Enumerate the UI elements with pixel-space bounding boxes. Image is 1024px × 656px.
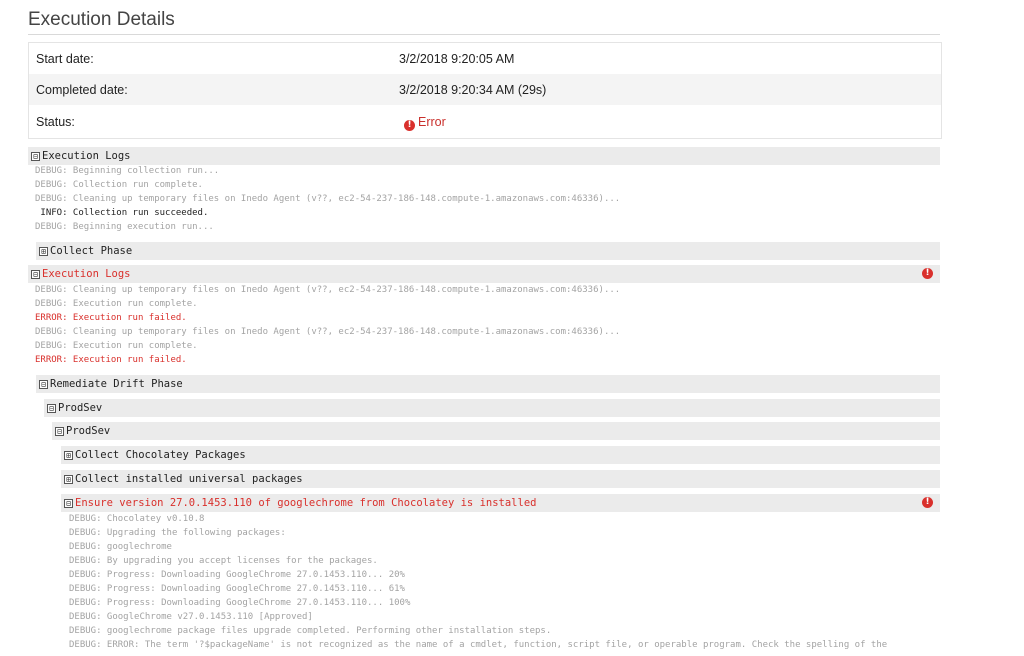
log-line: DEBUG: Beginning execution run... <box>35 222 214 232</box>
collapse-icon[interactable]: ⊟ <box>31 152 40 161</box>
start-date-label: Start date: <box>36 52 94 66</box>
section-title: Execution Logs <box>42 268 131 280</box>
expand-icon[interactable]: ⊞ <box>64 475 73 484</box>
expand-icon[interactable]: ⊞ <box>39 247 48 256</box>
log-line: DEBUG: googlechrome <box>69 542 172 552</box>
log-line: DEBUG: Execution run complete. <box>35 341 198 351</box>
status-value: ! Error <box>404 115 446 131</box>
completed-date-label: Completed date: <box>36 83 128 97</box>
completed-date-value: 3/2/2018 9:20:34 AM (29s) <box>399 83 547 97</box>
collapse-icon[interactable]: ⊟ <box>64 499 73 508</box>
collect-chocolatey-header[interactable]: ⊞ Collect Chocolatey Packages <box>61 446 940 464</box>
status-row: Status: ! Error <box>29 105 941 138</box>
error-icon: ! <box>404 120 415 131</box>
page-title: Execution Details <box>28 9 175 30</box>
log-line: DEBUG: googlechrome package files upgrad… <box>69 626 552 636</box>
log-line-error: ERROR: Execution run failed. <box>35 355 187 365</box>
log-line: DEBUG: Progress: Downloading GoogleChrom… <box>69 584 405 594</box>
log-line: DEBUG: Cleaning up temporary files on In… <box>35 285 621 295</box>
log-line: DEBUG: Progress: Downloading GoogleChrom… <box>69 570 405 580</box>
start-date-row: Start date: 3/2/2018 9:20:05 AM <box>29 43 941 74</box>
collapse-icon[interactable]: ⊟ <box>55 427 64 436</box>
section-title: Collect installed universal packages <box>75 473 303 485</box>
collect-phase-header[interactable]: ⊞ Collect Phase <box>36 242 940 260</box>
collapse-icon[interactable]: ⊟ <box>47 404 56 413</box>
log-line: DEBUG: By upgrading you accept licenses … <box>69 556 378 566</box>
log-line: DEBUG: ERROR: The term '?$packageName' i… <box>69 640 888 650</box>
log-line-info: INFO: Collection run succeeded. <box>35 208 209 218</box>
log-line: DEBUG: Execution run complete. <box>35 299 198 309</box>
log-line: DEBUG: GoogleChrome v27.0.1453.110 [Appr… <box>69 612 313 622</box>
completed-date-row: Completed date: 3/2/2018 9:20:34 AM (29s… <box>29 74 941 105</box>
status-label: Status: <box>36 115 75 129</box>
execution-details-table: Start date: 3/2/2018 9:20:05 AM Complete… <box>28 42 942 139</box>
prodsev-subheader[interactable]: ⊟ ProdSev <box>52 422 940 440</box>
execution-logs-error-header[interactable]: ⊟ Execution Logs ! <box>28 265 940 283</box>
section-title: Remediate Drift Phase <box>50 378 183 390</box>
error-icon: ! <box>922 268 933 279</box>
expand-icon[interactable]: ⊞ <box>64 451 73 460</box>
status-text: Error <box>418 115 446 129</box>
log-line: DEBUG: Chocolatey v0.10.8 <box>69 514 205 524</box>
error-icon: ! <box>922 497 933 508</box>
section-title: Execution Logs <box>42 150 131 162</box>
collapse-icon[interactable]: ⊟ <box>39 380 48 389</box>
log-line: DEBUG: Beginning collection run... <box>35 166 220 176</box>
title-divider <box>28 34 940 35</box>
log-line: DEBUG: Progress: Downloading GoogleChrom… <box>69 598 411 608</box>
log-line: DEBUG: Collection run complete. <box>35 180 203 190</box>
remediate-drift-phase-header[interactable]: ⊟ Remediate Drift Phase <box>36 375 940 393</box>
section-title: Ensure version 27.0.1453.110 of googlech… <box>75 497 537 509</box>
section-title: Collect Chocolatey Packages <box>75 449 246 461</box>
log-line: DEBUG: Cleaning up temporary files on In… <box>35 327 621 337</box>
execution-logs-header[interactable]: ⊟ Execution Logs <box>28 147 940 165</box>
log-line-error: ERROR: Execution run failed. <box>35 313 187 323</box>
log-line: DEBUG: Cleaning up temporary files on In… <box>35 194 621 204</box>
log-line: DEBUG: Upgrading the following packages: <box>69 528 286 538</box>
collect-universal-header[interactable]: ⊞ Collect installed universal packages <box>61 470 940 488</box>
section-title: Collect Phase <box>50 245 133 257</box>
prodsev-header[interactable]: ⊟ ProdSev <box>44 399 940 417</box>
ensure-googlechrome-header[interactable]: ⊟ Ensure version 27.0.1453.110 of googlec… <box>61 494 940 512</box>
start-date-value: 3/2/2018 9:20:05 AM <box>399 52 515 66</box>
section-title: ProdSev <box>66 425 111 437</box>
collapse-icon[interactable]: ⊟ <box>31 270 40 279</box>
section-title: ProdSev <box>58 402 103 414</box>
